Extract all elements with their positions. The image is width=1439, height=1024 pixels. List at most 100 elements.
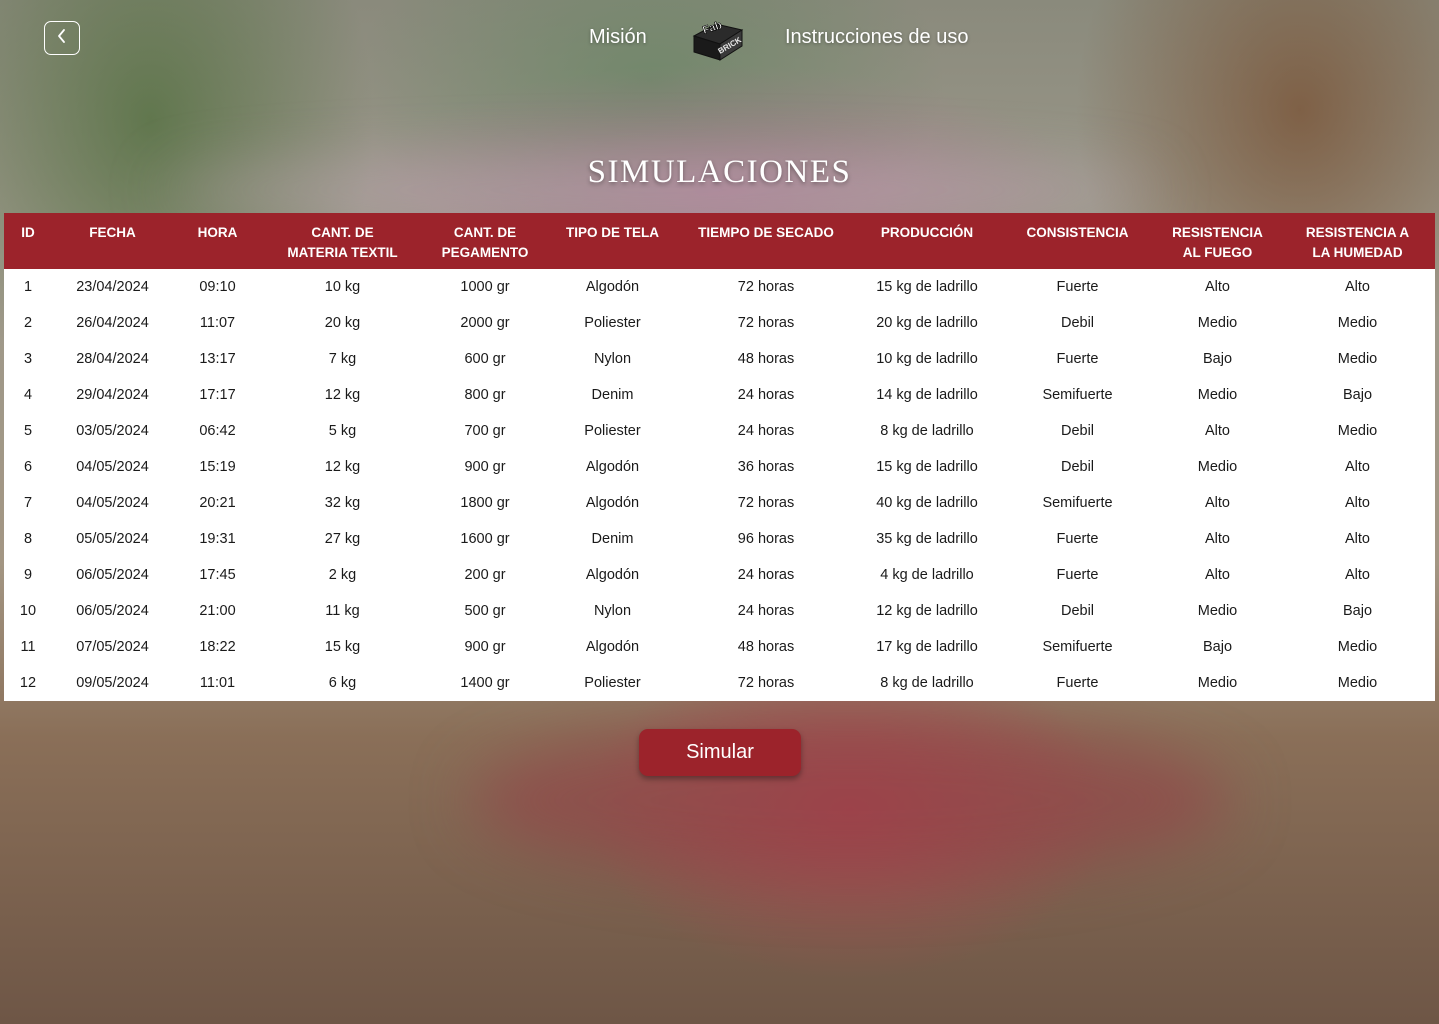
- column-header: HORA: [173, 213, 262, 269]
- table-row[interactable]: 2 26/04/2024 11:07 20 kg 2000 gr Poliester 72 …: [4, 305, 1435, 341]
- table-cell: Denim: [591, 387, 634, 403]
- page-title: SIMULACIONES: [587, 154, 852, 190]
- table-row[interactable]: 5 03/05/2024 06:42 5 kg 700 gr Poliester 24 ho…: [4, 413, 1435, 449]
- table-cell: Debil: [1060, 315, 1095, 331]
- table-cell: 32 kg: [324, 495, 361, 511]
- table-cell: Alto: [1205, 279, 1230, 295]
- table-row[interactable]: 9 06/05/2024 17:45 2 kg 200 gr Algodón 24 hora…: [4, 557, 1435, 593]
- table-row[interactable]: 10 06/05/2024 21:00 11 kg 500 gr Nylon 24 hora…: [4, 593, 1435, 629]
- table-cell: 09/05/2024: [76, 675, 149, 691]
- table-cell: Poliester: [584, 675, 641, 691]
- table-cell: 8 kg de ladrillo: [880, 675, 974, 691]
- table-cell: 200 gr: [464, 567, 506, 583]
- column-header-line: RESISTENCIA A: [1305, 225, 1410, 240]
- column-header-line: LA HUMEDAD: [1312, 245, 1403, 260]
- table-cell: 06:42: [199, 423, 236, 439]
- table-cell: 04/05/2024: [76, 459, 149, 475]
- table-cell: 1400 gr: [460, 675, 510, 691]
- table-cell: Fuerte: [1056, 279, 1099, 295]
- table-cell: Medio: [1197, 603, 1238, 619]
- table-cell: Fuerte: [1056, 675, 1099, 691]
- table-cell: Alto: [1205, 495, 1230, 511]
- table-cell: 29/04/2024: [76, 387, 149, 403]
- table-cell: 23/04/2024: [76, 279, 149, 295]
- table-cell: Bajo: [1202, 351, 1233, 367]
- table-cell: Semifuerte: [1042, 387, 1113, 403]
- table-cell: 1600 gr: [460, 531, 510, 547]
- table-cell: 40 kg de ladrillo: [876, 495, 978, 511]
- table-cell: 800 gr: [464, 387, 506, 403]
- table-cell: 13:17: [199, 351, 236, 367]
- column-header: PRODUCCIÓN: [854, 213, 1000, 269]
- fabbrick-logo[interactable]: Fab BRICK: [690, 14, 748, 62]
- table-cell: 6 kg: [328, 675, 357, 691]
- table-cell: Bajo: [1342, 387, 1373, 403]
- column-header-line: PEGAMENTO: [441, 245, 529, 260]
- table-cell: 48 horas: [737, 351, 795, 367]
- table-cell: 4: [23, 387, 33, 403]
- table-cell: 500 gr: [464, 603, 506, 619]
- table-cell: 35 kg de ladrillo: [876, 531, 978, 547]
- column-header-line: ID: [21, 225, 35, 240]
- table-cell: 17:17: [199, 387, 236, 403]
- table-cell: Fuerte: [1056, 351, 1099, 367]
- table-cell: Bajo: [1342, 603, 1373, 619]
- table-cell: 12 kg de ladrillo: [876, 603, 978, 619]
- table-cell: 06/05/2024: [76, 603, 149, 619]
- column-header-line: MATERIA TEXTIL: [287, 245, 398, 260]
- table-cell: Medio: [1337, 423, 1378, 439]
- table-cell: Alto: [1345, 531, 1370, 547]
- table-row[interactable]: 4 29/04/2024 17:17 12 kg 800 gr Denim 24 horas…: [4, 377, 1435, 413]
- table-cell: 20 kg: [324, 315, 361, 331]
- table-cell: Medio: [1337, 351, 1378, 367]
- nav-link-mision[interactable]: Misión: [589, 26, 647, 49]
- back-button[interactable]: [44, 21, 80, 55]
- table-cell: 11: [20, 639, 36, 655]
- table-row[interactable]: 6 04/05/2024 15:19 12 kg 900 gr Algodón 36 hor…: [4, 449, 1435, 485]
- table-row[interactable]: 1 23/04/2024 09:10 10 kg 1000 gr Algodón 72 ho…: [4, 269, 1435, 305]
- table-row[interactable]: 12 09/05/2024 11:01 6 kg 1400 gr Poliester 72 …: [4, 665, 1435, 701]
- table-cell: 24 horas: [737, 567, 795, 583]
- table-body: 1 23/04/2024 09:10 10 kg 1000 gr Algodón 72 ho…: [4, 269, 1435, 701]
- table-cell: Medio: [1337, 315, 1378, 331]
- simular-button[interactable]: Simular: [639, 729, 801, 776]
- table-cell: 72 horas: [737, 279, 795, 295]
- table-row[interactable]: 11 07/05/2024 18:22 15 kg 900 gr Algodón 48 ho…: [4, 629, 1435, 665]
- simulations-table-container: ID FECHA HORA CANT. DE MATERIA TEXTIL CANT. D…: [4, 213, 1435, 701]
- table-cell: 19:31: [199, 531, 236, 547]
- table-cell: Semifuerte: [1042, 495, 1113, 511]
- table-cell: 20 kg de ladrillo: [876, 315, 978, 331]
- column-header-line: HORA: [197, 225, 238, 240]
- table-cell: 72 horas: [737, 315, 795, 331]
- table-cell: Alto: [1205, 531, 1230, 547]
- column-header: TIEMPO DE SECADO: [678, 213, 854, 269]
- top-navigation: Misión Fab BRICK Instrucciones de uso: [0, 0, 1439, 78]
- table-cell: 7 kg: [328, 351, 357, 367]
- table-cell: Algodón: [585, 459, 640, 475]
- table-row[interactable]: 7 04/05/2024 20:21 32 kg 1800 gr Algodón 72 ho…: [4, 485, 1435, 521]
- table-cell: 09:10: [199, 279, 236, 295]
- table-cell: 2 kg: [328, 567, 357, 583]
- table-cell: Medio: [1337, 639, 1378, 655]
- table-cell: Debil: [1060, 603, 1095, 619]
- table-cell: 10 kg de ladrillo: [876, 351, 978, 367]
- nav-link-instrucciones[interactable]: Instrucciones de uso: [785, 26, 968, 49]
- table-cell: 07/05/2024: [76, 639, 149, 655]
- table-cell: Debil: [1060, 423, 1095, 439]
- table-row[interactable]: 3 28/04/2024 13:17 7 kg 600 gr Nylon 48 horas 1…: [4, 341, 1435, 377]
- column-header: CANT. DE MATERIA TEXTIL: [262, 213, 423, 269]
- table-row[interactable]: 8 05/05/2024 19:31 27 kg 1600 gr Denim 96 hora…: [4, 521, 1435, 557]
- table-cell: 03/05/2024: [76, 423, 149, 439]
- table-cell: 36 horas: [737, 459, 795, 475]
- table-cell: 24 horas: [737, 423, 795, 439]
- table-cell: 700 gr: [464, 423, 506, 439]
- table-cell: 3: [23, 351, 33, 367]
- table-cell: 24 horas: [737, 603, 795, 619]
- table-cell: 2: [23, 315, 33, 331]
- table-cell: Alto: [1205, 423, 1230, 439]
- table-cell: 900 gr: [464, 459, 506, 475]
- table-cell: 11:01: [199, 675, 236, 691]
- column-header: TIPO DE TELA: [547, 213, 678, 269]
- table-cell: 72 horas: [737, 675, 795, 691]
- column-header: CANT. DE PEGAMENTO: [423, 213, 547, 269]
